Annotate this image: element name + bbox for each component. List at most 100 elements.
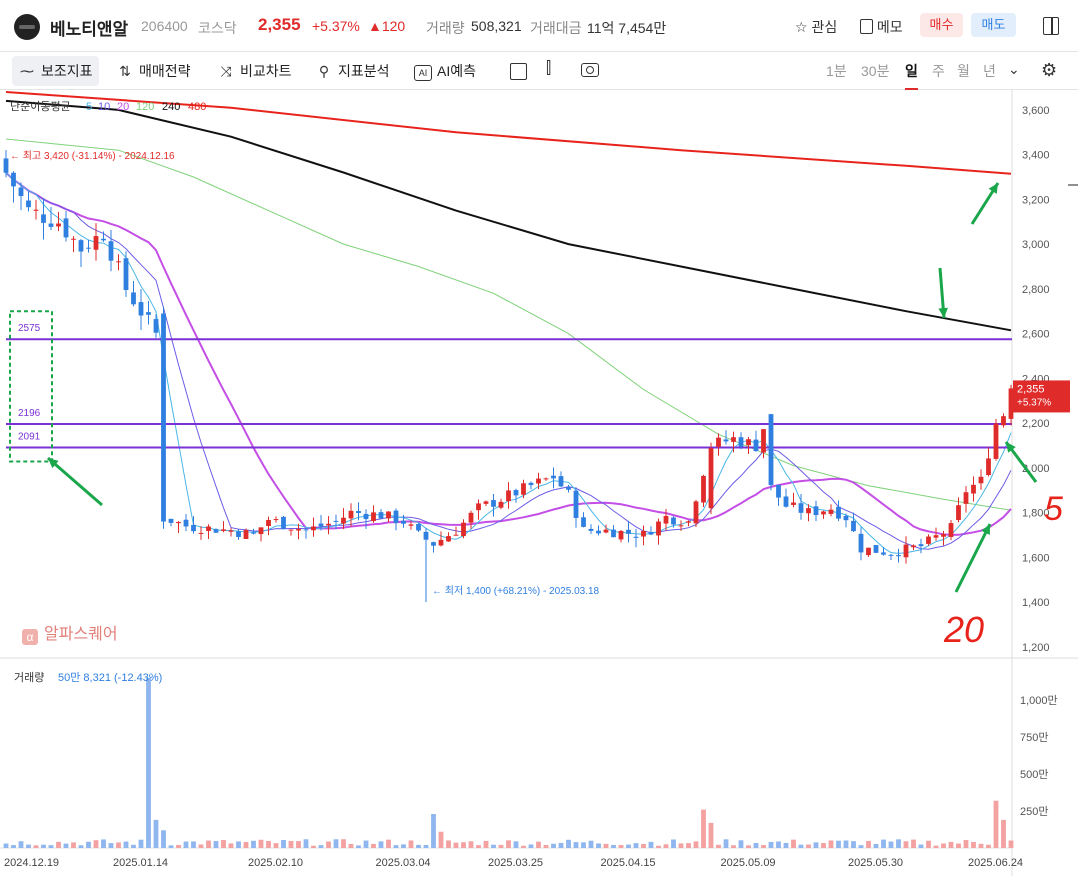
ma-legend-period: 120 xyxy=(136,101,154,113)
volume-bar xyxy=(528,844,534,848)
tf-1min[interactable]: 1분 xyxy=(826,61,847,81)
indicators-button[interactable]: ⁓ 보조지표 xyxy=(12,56,99,86)
volume-bar xyxy=(821,843,826,848)
volume-value: 508,321 xyxy=(471,18,522,34)
candle-body xyxy=(881,552,886,555)
ai-button[interactable]: AI AI예측 xyxy=(414,61,476,81)
candle-body xyxy=(813,506,819,516)
volume-bar xyxy=(993,800,999,848)
candle-body xyxy=(258,527,264,535)
camera-icon[interactable] xyxy=(581,63,599,77)
candle-body xyxy=(33,209,39,211)
price-tick-label: 2,200 xyxy=(1022,418,1050,430)
candle-body xyxy=(701,475,706,503)
candle-body xyxy=(596,530,601,534)
chevron-down-icon[interactable]: ⌄ xyxy=(1008,61,1020,78)
tf-week[interactable]: 주 xyxy=(932,61,945,81)
volume-bar xyxy=(648,841,654,848)
tf-30min[interactable]: 30분 xyxy=(861,61,889,81)
volume-bar xyxy=(378,841,384,848)
gear-icon[interactable]: ⚙ xyxy=(1041,60,1057,81)
date-tick-label: 2025.02.10 xyxy=(248,857,303,869)
ma-legend-period: 5 xyxy=(86,101,92,113)
candle-body xyxy=(911,545,916,548)
volume-bar xyxy=(566,839,571,848)
candle-body xyxy=(393,510,399,524)
memo-button[interactable]: 메모 xyxy=(860,17,903,37)
candle-body xyxy=(768,414,774,486)
strategy-label: 매매전략 xyxy=(139,63,191,79)
volume-bar xyxy=(453,842,459,848)
volume-bar xyxy=(71,842,76,848)
volume-bar xyxy=(828,840,834,848)
tf-day[interactable]: 일 xyxy=(905,61,918,90)
volume-bar xyxy=(551,843,556,848)
volume-bar xyxy=(701,809,706,848)
buy-button[interactable]: 매수 xyxy=(920,13,963,37)
volume-bar xyxy=(273,843,279,848)
ai-label: AI예측 xyxy=(437,63,476,79)
compare-button[interactable]: ⤨ 비교차트 xyxy=(217,61,291,81)
candle-body xyxy=(716,437,721,447)
volume-bar xyxy=(768,841,774,848)
volume-bar xyxy=(86,841,91,848)
candle-body xyxy=(611,529,616,538)
stock-header: 베노티앤알 206400 코스닥 2,355 +5.37% ▲120 거래량 5… xyxy=(0,0,1078,52)
layout-box-icon[interactable] xyxy=(510,63,527,80)
volume-bar xyxy=(131,844,136,848)
candle-body xyxy=(626,529,631,534)
volume-bar xyxy=(1001,819,1006,848)
candle-body xyxy=(273,519,279,521)
side-panel-icon[interactable] xyxy=(1043,17,1059,35)
price-chart[interactable]: 3,6003,4003,2003,0002,8002,6002,4002,200… xyxy=(0,90,1078,876)
memo-label: 메모 xyxy=(876,19,903,35)
volume-bar xyxy=(101,839,106,848)
candle-body xyxy=(446,536,451,542)
volume-bar xyxy=(731,845,736,848)
analysis-button[interactable]: ⚲ 지표분석 xyxy=(315,61,390,81)
amount-label: 거래대금 xyxy=(530,20,582,36)
analysis-label: 지표분석 xyxy=(338,63,390,79)
candle-body xyxy=(956,505,961,520)
candle-body xyxy=(18,187,24,197)
watch-button[interactable]: ☆ 관심 xyxy=(795,17,837,37)
market-name: 코스닥 xyxy=(198,20,237,36)
memo-icon xyxy=(860,19,873,34)
volume-bar xyxy=(918,844,924,848)
candle-body xyxy=(56,223,61,227)
volume-bar xyxy=(483,840,489,848)
volume-bar xyxy=(206,840,211,848)
candle-body xyxy=(828,509,834,514)
volume-bar xyxy=(1008,840,1014,848)
volume-tick-label: 500만 xyxy=(1020,768,1048,781)
candle-body xyxy=(1001,416,1006,426)
volume-bar xyxy=(341,839,346,848)
volume-bar xyxy=(446,840,451,848)
volume-bar xyxy=(678,843,684,848)
volume-bar xyxy=(836,840,841,848)
candle-body xyxy=(183,519,189,527)
tf-year[interactable]: 년 xyxy=(983,61,996,81)
candle-body xyxy=(821,511,826,515)
sell-button[interactable]: 매도 xyxy=(971,13,1016,37)
date-tick-label: 2025.06.24 xyxy=(968,857,1023,869)
volume-bar xyxy=(236,841,241,848)
company-logo xyxy=(14,14,40,40)
volume-bar xyxy=(723,839,729,848)
candle-body xyxy=(971,484,976,494)
candle-body xyxy=(798,503,804,513)
watch-label: 관심 xyxy=(811,19,838,35)
volume-bar xyxy=(266,840,271,848)
tf-month[interactable]: 월 xyxy=(957,61,970,81)
candle-body xyxy=(693,501,699,524)
strategy-button[interactable]: ⇅ 매매전략 xyxy=(116,61,191,81)
volume-bar xyxy=(318,845,324,848)
ma-legend-period: 20 xyxy=(117,101,129,113)
volume-bar xyxy=(116,842,121,848)
candle-body xyxy=(551,475,556,479)
candle-type-icon[interactable]: ⫿ xyxy=(546,60,551,78)
candle-body xyxy=(296,528,301,531)
date-tick-label: 2024.12.19 xyxy=(4,857,59,869)
candle-body xyxy=(498,501,504,508)
volume-bar xyxy=(146,678,151,848)
